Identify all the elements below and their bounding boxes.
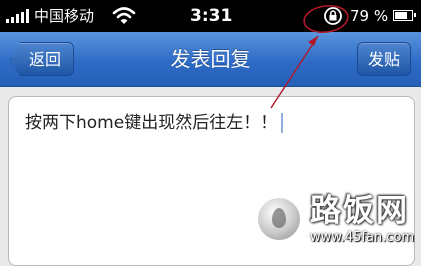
watermark-title: 路饭网: [310, 193, 409, 229]
text-caret: [281, 113, 284, 133]
site-watermark: 路饭网 www.45fan.com: [250, 186, 421, 250]
carrier-name: 中国移动: [34, 7, 95, 25]
status-bar: 中国移动 3:31 79 %: [0, 0, 421, 32]
battery-icon: [393, 10, 416, 21]
watermark-logo-icon: [256, 196, 302, 242]
signal-icon: [6, 9, 30, 23]
battery-percentage: 79 %: [350, 7, 389, 25]
wifi-icon: [112, 7, 136, 24]
clock-time: 3:31: [190, 6, 233, 26]
reply-text-value: 按两下home键出现然后往左！！: [25, 113, 278, 133]
post-button[interactable]: 发贴: [357, 42, 411, 76]
watermark-url: www.45fan.com: [310, 230, 415, 245]
rotation-lock-icon: [324, 7, 342, 25]
reply-text: 按两下home键出现然后往左！！: [25, 111, 284, 135]
navigation-bar: 返回 发表回复 发贴: [0, 32, 421, 87]
